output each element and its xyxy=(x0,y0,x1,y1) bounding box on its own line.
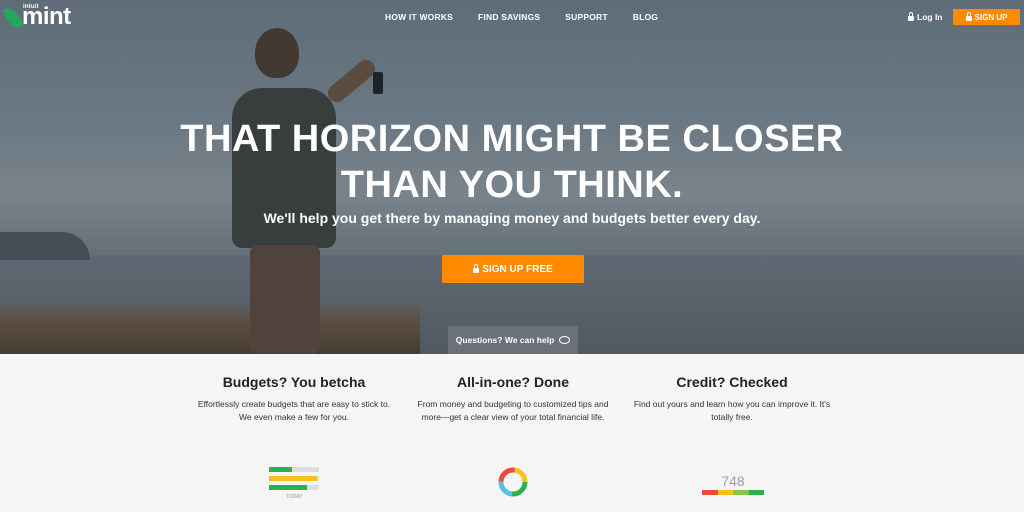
signup-label: SIGN UP xyxy=(974,12,1008,22)
meter-segment xyxy=(748,490,764,495)
feature-budgets: Budgets? You betcha Effortlessly create … xyxy=(194,374,394,424)
feature-text: From money and budgeting to customized t… xyxy=(417,399,609,422)
logo-intuit-text: intuit xyxy=(23,4,39,10)
nav-how-it-works[interactable]: HOW IT WORKS xyxy=(385,12,453,22)
feature-title: Credit? Checked xyxy=(676,374,788,390)
chat-bubble-icon xyxy=(559,336,571,344)
budget-today-label: TODAY xyxy=(285,494,303,500)
nav-support[interactable]: SUPPORT xyxy=(565,12,608,22)
feature-all-in-one: All-in-one? Done From money and budgetin… xyxy=(413,374,613,424)
signup-free-label: SIGN UP FREE xyxy=(482,263,553,275)
help-chat-label: Questions? We can help xyxy=(455,335,555,345)
budget-bars-illustration: TODAY xyxy=(269,467,319,500)
login-link[interactable]: Log In xyxy=(908,11,943,22)
feature-title: Budgets? You betcha xyxy=(222,374,366,390)
budget-bar-fill xyxy=(269,476,317,481)
feature-credit: Credit? Checked Find out yours and learn… xyxy=(632,374,832,424)
signup-free-button[interactable]: SIGN UP FREE xyxy=(442,255,584,283)
credit-score-value: 748 xyxy=(721,473,745,489)
lock-icon xyxy=(908,11,914,21)
nav-blog[interactable]: BLOG xyxy=(633,12,658,22)
headline-line-2: THAN YOU THINK. xyxy=(340,164,684,206)
meter-segment xyxy=(702,490,718,495)
credit-score-meter xyxy=(702,490,764,495)
feature-text: Find out yours and learn how you can imp… xyxy=(633,399,831,422)
mint-logo[interactable]: intuit mint xyxy=(2,4,71,31)
budget-bar xyxy=(269,485,319,490)
budget-bar xyxy=(269,476,319,481)
main-nav: HOW IT WORKS FIND SAVINGS SUPPORT BLOG xyxy=(385,12,658,22)
lock-icon xyxy=(965,11,972,21)
lock-icon xyxy=(473,263,480,273)
signup-button[interactable]: SIGN UP xyxy=(953,9,1020,25)
budget-bar-fill xyxy=(269,467,292,472)
donut-chart-icon xyxy=(498,467,528,497)
budget-bar-fill xyxy=(269,485,307,490)
leaf-icon xyxy=(2,5,24,31)
login-label: Log In xyxy=(917,12,943,22)
meter-segment xyxy=(717,490,733,495)
credit-score-illustration: 748 xyxy=(702,473,764,495)
headline-line-1: THAT HORIZON MIGHT BE CLOSER xyxy=(180,118,844,160)
feature-text: Effortlessly create budgets that are eas… xyxy=(197,399,391,422)
budget-bar xyxy=(269,467,319,472)
help-chat-button[interactable]: Questions? We can help xyxy=(448,326,578,354)
feature-title: All-in-one? Done xyxy=(457,374,569,390)
meter-segment xyxy=(733,490,749,495)
nav-find-savings[interactable]: FIND SAVINGS xyxy=(478,12,540,22)
hero-subline: We'll help you get there by managing mon… xyxy=(263,210,761,226)
hero-headline: THAT HORIZON MIGHT BE CLOSER THAN YOU TH… xyxy=(100,116,924,208)
